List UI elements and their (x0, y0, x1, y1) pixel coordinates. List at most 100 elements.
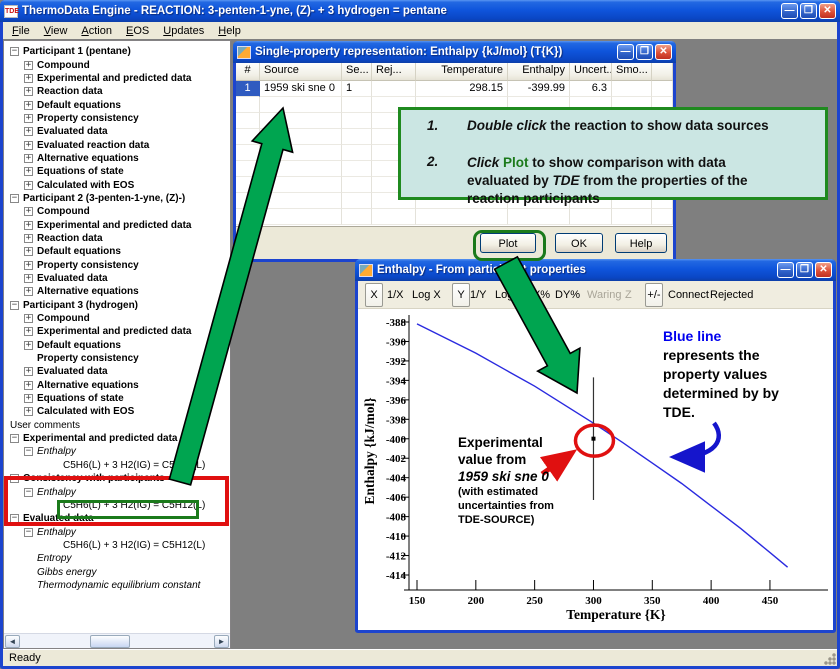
expand-icon[interactable]: + (24, 167, 33, 176)
tree-item[interactable]: +Evaluated data (4, 365, 230, 378)
tree-item[interactable]: +Experimental and predicted data (4, 218, 230, 231)
tree-item[interactable]: Gibbs energy (4, 565, 230, 578)
ok-button[interactable]: OK (555, 233, 603, 253)
column-header[interactable]: Smo... (612, 63, 652, 81)
expand-icon[interactable]: + (24, 74, 33, 83)
toolbar-dy-[interactable]: DY% (555, 281, 580, 309)
collapse-icon[interactable]: − (10, 194, 19, 203)
expand-icon[interactable]: + (24, 141, 33, 150)
collapse-icon[interactable]: − (10, 301, 19, 310)
column-header[interactable]: Source (260, 63, 342, 81)
tree-item[interactable]: Thermodynamic equilibrium constant (4, 579, 230, 592)
collapse-icon[interactable]: − (10, 514, 19, 523)
expand-icon[interactable]: + (24, 181, 33, 190)
expand-icon[interactable]: + (24, 114, 33, 123)
tree-item[interactable]: −Participant 1 (pentane) (4, 45, 230, 58)
tree-item[interactable]: Property consistency (4, 352, 230, 365)
tree-item[interactable]: Entropy (4, 552, 230, 565)
tree-item[interactable]: +Alternative equations (4, 285, 230, 298)
expand-icon[interactable]: + (24, 234, 33, 243)
minimize-icon[interactable]: — (777, 262, 794, 278)
toolbar-x[interactable]: X (365, 283, 383, 307)
scroll-left-icon[interactable]: ◄ (5, 635, 20, 648)
tree-item[interactable]: +Calculated with EOS (4, 178, 230, 191)
tree-item[interactable]: +Equations of state (4, 165, 230, 178)
tree-item[interactable]: +Property consistency (4, 112, 230, 125)
tree-item[interactable]: +Reaction data (4, 232, 230, 245)
tree-item[interactable]: +Default equations (4, 98, 230, 111)
expand-icon[interactable]: + (24, 101, 33, 110)
expand-icon[interactable]: + (24, 87, 33, 96)
close-icon[interactable]: ✕ (655, 44, 672, 60)
expand-icon[interactable]: + (24, 394, 33, 403)
column-header[interactable]: Uncert... (570, 63, 612, 81)
expand-icon[interactable]: + (24, 327, 33, 336)
toolbar--[interactable]: +/- (645, 283, 663, 307)
toolbar-rejected[interactable]: Rejected (710, 281, 753, 309)
toolbar-1-x[interactable]: 1/X (387, 281, 404, 309)
tree-item[interactable]: −Enthalpy (4, 445, 230, 458)
column-header[interactable]: Enthalpy (508, 63, 570, 81)
expand-icon[interactable]: + (24, 367, 33, 376)
help-button[interactable]: Help (615, 233, 667, 253)
tree-item[interactable]: +Equations of state (4, 392, 230, 405)
menu-help[interactable]: Help (211, 24, 248, 38)
dialog-titlebar[interactable]: Single-property representation: Enthalpy… (233, 41, 676, 63)
expand-icon[interactable]: + (24, 207, 33, 216)
close-icon[interactable]: ✕ (815, 262, 832, 278)
tree-item[interactable]: C5H6(L) + 3 H2(IG) = C5H12(L) (4, 499, 230, 512)
tree-item[interactable]: +Compound (4, 205, 230, 218)
tree-item[interactable]: +Default equations (4, 245, 230, 258)
expand-icon[interactable]: + (24, 61, 33, 70)
expand-icon[interactable]: + (24, 247, 33, 256)
tree-item[interactable]: +Evaluated data (4, 125, 230, 138)
maximize-icon[interactable]: ❐ (800, 3, 817, 19)
tree-item[interactable]: +Evaluated data (4, 272, 230, 285)
tree-item[interactable]: −Enthalpy (4, 525, 230, 538)
close-icon[interactable]: ✕ (819, 3, 836, 19)
tree-item[interactable]: +Reaction data (4, 85, 230, 98)
tree-item[interactable]: +Default equations (4, 339, 230, 352)
tree-item[interactable]: +Experimental and predicted data (4, 325, 230, 338)
expand-icon[interactable]: + (24, 221, 33, 230)
collapse-icon[interactable]: − (10, 434, 19, 443)
tree-item[interactable]: +Compound (4, 58, 230, 71)
resize-grip[interactable] (824, 653, 836, 665)
tree-item[interactable]: −Experimental and predicted data (4, 432, 230, 445)
plot-button[interactable]: Plot (480, 233, 536, 253)
column-header[interactable]: # (236, 63, 260, 81)
toolbar-log-y[interactable]: Log Y (495, 281, 524, 309)
collapse-icon[interactable]: − (24, 488, 33, 497)
minimize-icon[interactable]: — (617, 44, 634, 60)
maximize-icon[interactable]: ❐ (636, 44, 653, 60)
collapse-icon[interactable]: − (24, 447, 33, 456)
tree-item[interactable]: +Alternative equations (4, 379, 230, 392)
tree-item[interactable]: −Evaluated data (4, 512, 230, 525)
tree-item[interactable]: −Participant 2 (3-penten-1-yne, (Z)-) (4, 192, 230, 205)
tree-item[interactable]: −Enthalpy (4, 485, 230, 498)
tree-item[interactable]: +Calculated with EOS (4, 405, 230, 418)
expand-icon[interactable]: + (24, 381, 33, 390)
scroll-right-icon[interactable]: ► (214, 635, 229, 648)
toolbar-connect[interactable]: Connect (668, 281, 709, 309)
tree-item[interactable]: C5H6(L) + 3 H2(IG) = C5H12(L) (4, 539, 230, 552)
tree-item[interactable]: +Experimental and predicted data (4, 72, 230, 85)
menu-updates[interactable]: Updates (156, 24, 211, 38)
expand-icon[interactable]: + (24, 127, 33, 136)
tree-item[interactable]: −Consistency with participants (4, 472, 230, 485)
toolbar-y[interactable]: Y (452, 283, 470, 307)
table-row[interactable] (236, 209, 673, 225)
plot-titlebar[interactable]: Enthalpy - From participant properties —… (355, 259, 836, 281)
toolbar-1-y[interactable]: 1/Y (470, 281, 487, 309)
column-header[interactable]: Se... (342, 63, 372, 81)
expand-icon[interactable]: + (24, 274, 33, 283)
toolbar-dx-[interactable]: DX% (525, 281, 550, 309)
tree-item[interactable]: −Participant 3 (hydrogen) (4, 299, 230, 312)
tree-item[interactable]: +Alternative equations (4, 152, 230, 165)
column-header[interactable]: Temperature (416, 63, 508, 81)
column-header[interactable]: Rej... (372, 63, 416, 81)
expand-icon[interactable]: + (24, 287, 33, 296)
tree-item[interactable]: +Evaluated reaction data (4, 138, 230, 151)
expand-icon[interactable]: + (24, 407, 33, 416)
menu-file[interactable]: File (5, 24, 37, 38)
